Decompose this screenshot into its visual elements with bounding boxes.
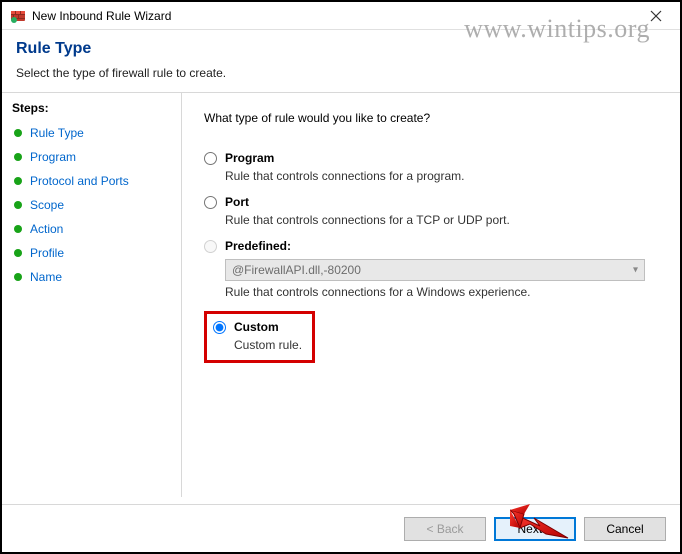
step-label: Action: [30, 222, 63, 236]
step-action[interactable]: Action: [12, 217, 171, 241]
option-port-row[interactable]: Port: [204, 195, 658, 209]
content-panel: What type of rule would you like to crea…: [182, 93, 680, 497]
option-port-label: Port: [225, 195, 249, 209]
steps-label: Steps:: [12, 101, 171, 115]
predefined-select: @FirewallAPI.dll,-80200 ▾: [225, 259, 645, 281]
step-label: Name: [30, 270, 62, 284]
option-predefined-row[interactable]: Predefined: [204, 239, 658, 253]
step-label: Rule Type: [30, 126, 84, 140]
step-label: Program: [30, 150, 76, 164]
option-custom-label: Custom: [234, 320, 279, 334]
option-port-desc: Rule that controls connections for a TCP…: [225, 213, 658, 227]
option-program: Program Rule that controls connections f…: [204, 151, 658, 183]
step-label: Scope: [30, 198, 64, 212]
radio-port[interactable]: [204, 196, 217, 209]
step-label: Protocol and Ports: [30, 174, 129, 188]
option-predefined-desc: Rule that controls connections for a Win…: [225, 285, 658, 299]
option-program-desc: Rule that controls connections for a pro…: [225, 169, 658, 183]
option-custom: Custom Custom rule.: [204, 311, 658, 363]
header: Rule Type Select the type of firewall ru…: [2, 30, 680, 93]
bullet-icon: [14, 153, 22, 161]
step-scope[interactable]: Scope: [12, 193, 171, 217]
bullet-icon: [14, 273, 22, 281]
next-button[interactable]: Next >: [494, 517, 576, 541]
page-title: Rule Type: [16, 40, 666, 58]
footer-buttons: < Back Next > Cancel: [2, 504, 680, 552]
bullet-icon: [14, 201, 22, 209]
option-port: Port Rule that controls connections for …: [204, 195, 658, 227]
option-predefined-label: Predefined: [225, 239, 291, 253]
radio-predefined[interactable]: [204, 240, 217, 253]
close-button[interactable]: [640, 5, 672, 27]
step-protocol-ports[interactable]: Protocol and Ports: [12, 169, 171, 193]
question-text: What type of rule would you like to crea…: [204, 111, 658, 125]
option-program-row[interactable]: Program: [204, 151, 658, 165]
bullet-icon: [14, 225, 22, 233]
predefined-select-text: @FirewallAPI.dll,-80200: [232, 263, 361, 277]
bullet-icon: [14, 249, 22, 257]
window-title: New Inbound Rule Wizard: [32, 9, 640, 23]
close-icon: [650, 10, 662, 22]
step-label: Profile: [30, 246, 64, 260]
radio-custom[interactable]: [213, 321, 226, 334]
firewall-icon: [10, 8, 26, 24]
radio-program[interactable]: [204, 152, 217, 165]
bullet-icon: [14, 129, 22, 137]
option-custom-desc: Custom rule.: [234, 338, 302, 352]
page-subtitle: Select the type of firewall rule to crea…: [16, 66, 666, 80]
step-name[interactable]: Name: [12, 265, 171, 289]
steps-sidebar: Steps: Rule Type Program Protocol and Po…: [2, 93, 182, 497]
titlebar: New Inbound Rule Wizard: [2, 2, 680, 30]
cancel-button[interactable]: Cancel: [584, 517, 666, 541]
back-button[interactable]: < Back: [404, 517, 486, 541]
chevron-down-icon: ▾: [633, 265, 638, 276]
step-rule-type[interactable]: Rule Type: [12, 121, 171, 145]
bullet-icon: [14, 177, 22, 185]
option-predefined: Predefined @FirewallAPI.dll,-80200 ▾ Rul…: [204, 239, 658, 299]
step-program[interactable]: Program: [12, 145, 171, 169]
option-program-label: Program: [225, 151, 274, 165]
option-custom-row[interactable]: Custom: [213, 320, 302, 334]
step-profile[interactable]: Profile: [12, 241, 171, 265]
highlight-annotation: Custom Custom rule.: [204, 311, 315, 363]
